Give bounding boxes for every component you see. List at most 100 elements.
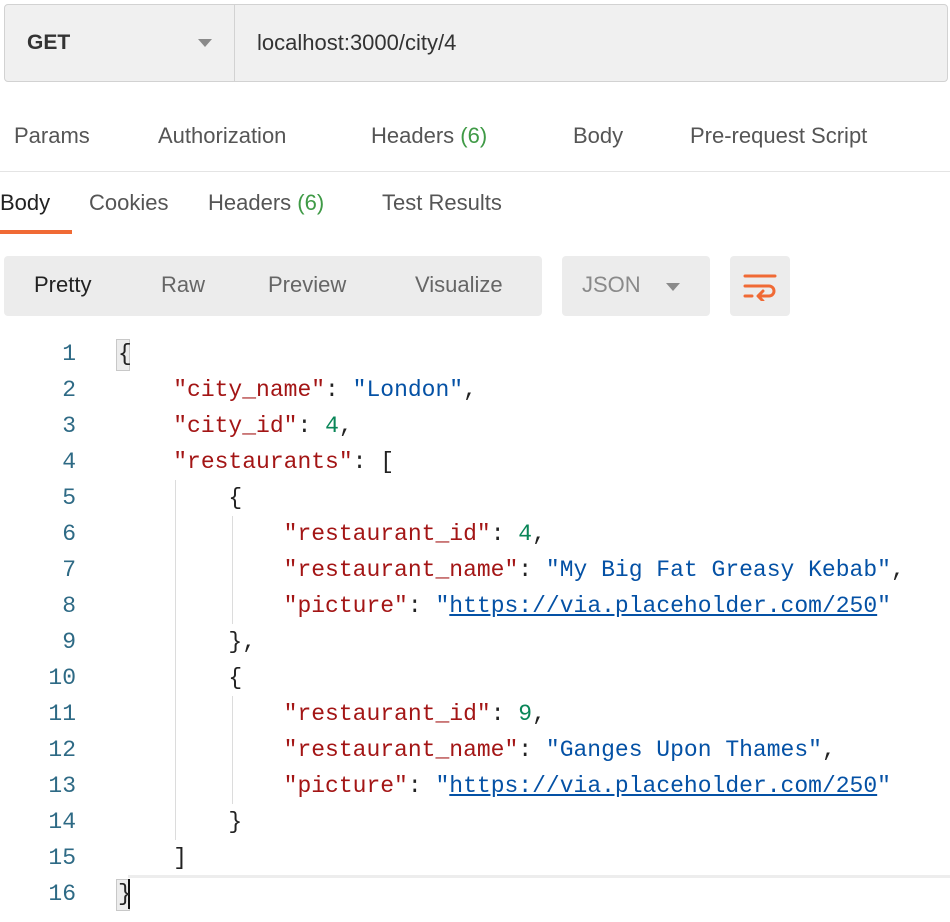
line-number: 15 — [48, 845, 76, 871]
json-key: "picture" — [283, 773, 408, 799]
json-number: 9 — [518, 701, 533, 727]
format-label: JSON — [582, 272, 641, 297]
tab-response-headers[interactable]: Headers (6) — [208, 190, 324, 216]
preview-button[interactable]: Preview — [268, 272, 346, 298]
tab-body[interactable]: Body — [573, 123, 623, 149]
code-line: 5 { — [0, 480, 950, 516]
code-line: 3 "city_id": 4, — [0, 408, 950, 444]
code-line: 1 { — [0, 336, 950, 372]
line-content: }, — [118, 624, 256, 660]
line-content: "city_name": "London", — [118, 372, 477, 408]
code-line: 11 "restaurant_id": 9, — [0, 696, 950, 732]
line-content: "picture": "https://via.placeholder.com/… — [118, 768, 891, 804]
json-punct: } — [228, 809, 243, 835]
line-number: 13 — [48, 773, 76, 799]
line-content: "restaurants": [ — [118, 444, 394, 480]
url-input[interactable]: localhost:3000/city/4 — [235, 5, 947, 81]
line-content: "city_id": 4, — [118, 408, 353, 444]
format-dropdown[interactable]: JSON — [562, 256, 710, 316]
code-line: 2 "city_name": "London", — [0, 372, 950, 408]
active-tab-indicator — [0, 230, 72, 234]
json-number: 4 — [518, 521, 533, 547]
tab-response-body[interactable]: Body — [0, 190, 50, 216]
line-number: 1 — [62, 341, 76, 367]
json-punct: , — [821, 737, 836, 763]
method-label: GET — [27, 31, 71, 54]
wrap-lines-button[interactable] — [730, 256, 790, 316]
code-line: 10 { — [0, 660, 950, 696]
json-string: " — [435, 773, 450, 799]
response-headers-count: (6) — [297, 190, 325, 215]
line-number: 14 — [48, 809, 76, 835]
json-string: "My Big Fat Greasy Kebab" — [545, 557, 891, 583]
code-line: 8 "picture": "https://via.placeholder.co… — [0, 588, 950, 624]
tab-headers[interactable]: Headers (6) — [371, 123, 487, 149]
tab-response-headers-label: Headers — [208, 190, 292, 215]
request-bar: GET localhost:3000/city/4 — [4, 4, 948, 82]
tab-params[interactable]: Params — [14, 123, 90, 149]
raw-button[interactable]: Raw — [161, 272, 205, 298]
json-punct: , — [890, 557, 905, 583]
tab-cookies[interactable]: Cookies — [89, 190, 168, 216]
line-number: 6 — [62, 521, 76, 547]
tab-headers-label: Headers — [371, 123, 455, 148]
json-string: "Ganges Upon Thames" — [545, 737, 822, 763]
json-key: "restaurant_id" — [283, 701, 491, 727]
json-string: " — [877, 773, 891, 799]
json-punct: { — [228, 485, 243, 511]
code-line: 15 ] — [0, 840, 950, 876]
line-content: { — [118, 341, 132, 367]
line-number: 2 — [62, 377, 76, 403]
json-string: " — [877, 593, 891, 619]
json-key: "restaurant_name" — [283, 737, 519, 763]
visualize-button[interactable]: Visualize — [415, 272, 503, 298]
url-link[interactable]: https://via.placeholder.com/250 — [449, 773, 877, 799]
json-number: 4 — [325, 413, 339, 439]
line-number: 8 — [62, 593, 76, 619]
line-number: 9 — [62, 629, 76, 655]
tab-test-results[interactable]: Test Results — [382, 190, 502, 216]
line-number: 5 — [62, 485, 76, 511]
response-body-editor[interactable]: 1 { 2 "city_name": "London", 3 "city_id"… — [0, 336, 950, 922]
request-tabs: Params Authorization Headers (6) Body Pr… — [0, 105, 950, 172]
tab-authorization[interactable]: Authorization — [158, 123, 286, 149]
json-punct: : — [407, 773, 436, 799]
code-line: 7 "restaurant_name": "My Big Fat Greasy … — [0, 552, 950, 588]
code-line: 14 } — [0, 804, 950, 840]
url-link[interactable]: https://via.placeholder.com/250 — [449, 593, 877, 619]
line-content: } — [118, 881, 132, 907]
line-number: 12 — [48, 737, 76, 763]
line-number: 16 — [48, 881, 76, 907]
pretty-button[interactable]: Pretty — [34, 272, 91, 298]
json-punct: , — [463, 377, 477, 403]
code-line: 12 "restaurant_name": "Ganges Upon Thame… — [0, 732, 950, 768]
headers-count: (6) — [460, 123, 488, 148]
line-number: 4 — [62, 449, 76, 475]
tab-prerequest-script[interactable]: Pre-request Script — [690, 123, 867, 149]
json-string: " — [435, 593, 450, 619]
json-key: "restaurant_name" — [283, 557, 519, 583]
json-punct: : — [407, 593, 436, 619]
code-line: 9 }, — [0, 624, 950, 660]
json-punct: , — [338, 413, 353, 439]
line-content: "picture": "https://via.placeholder.com/… — [118, 588, 891, 624]
line-number: 3 — [62, 413, 76, 439]
line-content: { — [118, 660, 242, 696]
json-key: "city_id" — [173, 413, 298, 439]
code-line: 13 "picture": "https://via.placeholder.c… — [0, 768, 950, 804]
line-content: ] — [118, 840, 187, 876]
json-punct: : — [490, 521, 519, 547]
view-mode-switcher: Pretty Raw Preview Visualize — [4, 256, 542, 316]
method-dropdown[interactable]: GET — [5, 5, 235, 81]
json-punct: }, — [228, 629, 257, 655]
line-content: "restaurant_id": 9, — [118, 696, 546, 732]
json-punct: ] — [173, 845, 188, 871]
code-line: 4 "restaurants": [ — [0, 444, 950, 480]
line-content: { — [118, 480, 242, 516]
chevron-down-icon — [666, 283, 680, 291]
json-punct: : — [518, 737, 546, 763]
json-punct: , — [532, 521, 546, 547]
wrap-lines-icon — [743, 274, 777, 301]
json-key: "restaurants" — [173, 449, 353, 475]
json-punct: : — [518, 557, 546, 583]
